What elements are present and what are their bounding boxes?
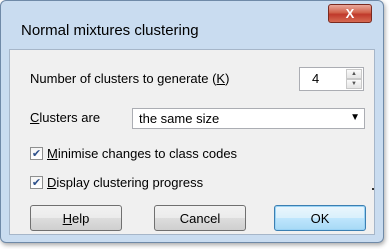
display-progress-checkbox[interactable]: ✔ (30, 176, 43, 189)
cluster-size-value: the same size (139, 111, 220, 126)
clusters-count-stepper[interactable]: 4 ▲ ▼ (299, 67, 364, 91)
checkmark-icon: ✔ (31, 177, 42, 189)
clusters-count-value[interactable]: 4 (312, 71, 319, 86)
cluster-size-label: Clusters are (30, 110, 101, 125)
dialog-window: Normal mixtures clustering X Number of c… (0, 0, 384, 243)
dialog-title: Normal mixtures clustering (21, 22, 199, 39)
minimise-changes-label: Minimise changes to class codes (47, 146, 238, 161)
display-progress-option[interactable]: ✔ Display clustering progress (30, 175, 203, 190)
spin-up-icon[interactable]: ▲ (346, 69, 362, 79)
cluster-size-select[interactable]: the same size ▼ (132, 108, 365, 129)
checkmark-icon: ✔ (31, 148, 42, 160)
ok-button[interactable]: OK (274, 205, 366, 231)
minimise-changes-checkbox[interactable]: ✔ (30, 147, 43, 160)
title-bar[interactable]: Normal mixtures clustering X (1, 1, 383, 49)
close-button[interactable]: X (328, 4, 372, 23)
dialog-content: Number of clusters to generate (K) 4 ▲ ▼… (9, 49, 375, 235)
clusters-count-label: Number of clusters to generate (K) (30, 71, 230, 86)
spin-down-icon[interactable]: ▼ (346, 79, 362, 89)
close-icon: X (345, 6, 355, 21)
display-progress-label: Display clustering progress (47, 175, 204, 190)
help-button[interactable]: Help (30, 205, 122, 231)
stray-dot (372, 188, 374, 190)
chevron-down-icon[interactable]: ▼ (350, 112, 360, 123)
cancel-button[interactable]: Cancel (154, 205, 246, 231)
minimise-changes-option[interactable]: ✔ Minimise changes to class codes (30, 146, 237, 161)
